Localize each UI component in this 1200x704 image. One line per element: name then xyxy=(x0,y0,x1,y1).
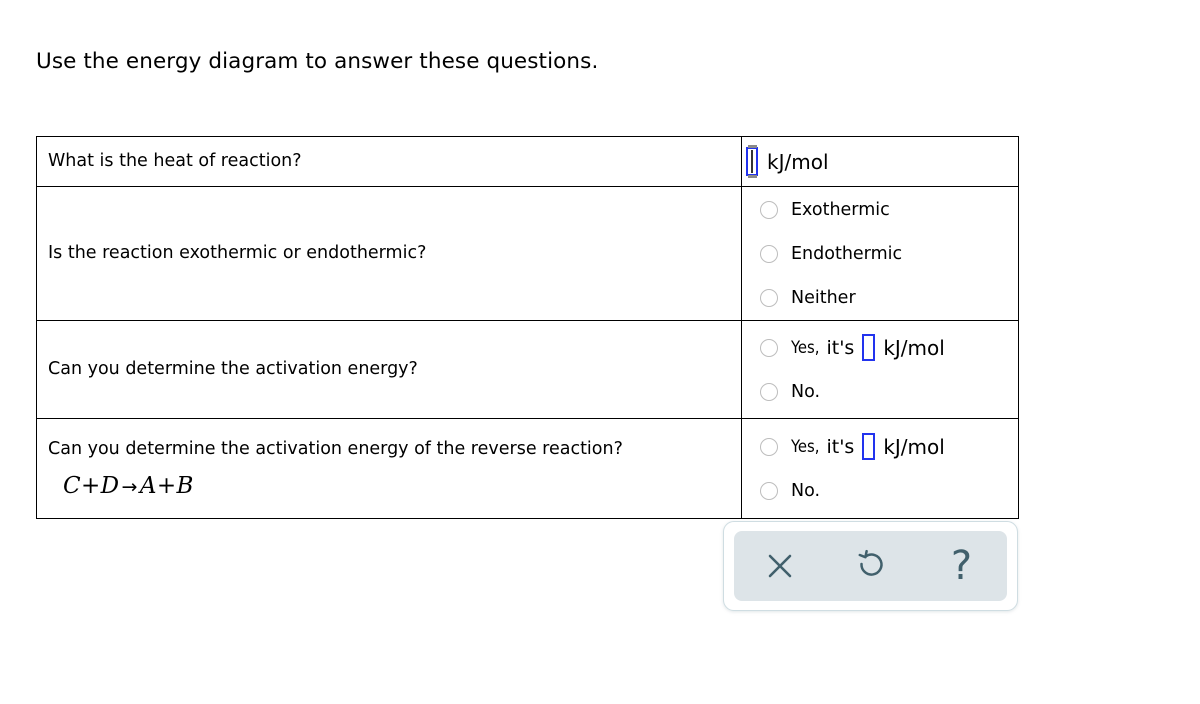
numeric-answer-line: kJ/mol xyxy=(742,145,1018,178)
answer-cell-activation-energy: Yes, it's kJ/mol No. xyxy=(741,320,1019,419)
activation-energy-input[interactable] xyxy=(862,334,876,361)
activation-energy-radio-group: Yes, it's kJ/mol No. xyxy=(742,326,1018,414)
question-text: Can you determine the activation energy … xyxy=(48,438,623,459)
clear-button[interactable] xyxy=(752,538,808,594)
radio-button[interactable] xyxy=(760,481,778,500)
its-label: it's xyxy=(826,336,855,359)
equation-product-2: B xyxy=(176,473,194,500)
radio-label: No. xyxy=(791,480,821,501)
question-text: What is the heat of reaction? xyxy=(48,150,302,171)
table-row: Is the reaction exothermic or endothermi… xyxy=(36,186,1019,321)
question-cell-exo-endo: Is the reaction exothermic or endothermi… xyxy=(36,186,742,321)
reverse-activation-energy-input[interactable] xyxy=(862,433,876,460)
its-label: it's xyxy=(826,435,855,458)
equation-plus-1: + xyxy=(81,473,101,500)
answer-cell-heat-of-reaction: kJ/mol xyxy=(741,136,1019,187)
answer-cell-reverse-activation-energy: Yes, it's kJ/mol No. xyxy=(741,418,1019,519)
exo-endo-radio-group: Exothermic Endothermic Neither xyxy=(742,188,1018,320)
unit-label: kJ/mol xyxy=(767,149,829,174)
questions-table: What is the heat of reaction? kJ/mol Is … xyxy=(36,136,1019,519)
question-cell-reverse-activation-energy: Can you determine the activation energy … xyxy=(36,418,742,519)
radio-option-no[interactable]: No. xyxy=(742,469,1018,513)
question-cell-heat-of-reaction: What is the heat of reaction? xyxy=(36,136,742,187)
radio-label: Yes, xyxy=(791,338,820,357)
equation-arrow-icon: → xyxy=(121,476,138,499)
answer-toolbar: ? xyxy=(723,521,1018,611)
reverse-activation-energy-radio-group: Yes, it's kJ/mol No. xyxy=(742,425,1018,513)
help-button[interactable]: ? xyxy=(934,538,990,594)
question-text: Is the reaction exothermic or endothermi… xyxy=(48,242,427,263)
radio-option-yes[interactable]: Yes, it's kJ/mol xyxy=(742,326,1018,370)
stepper-up-handle[interactable] xyxy=(747,145,757,148)
page-title: Use the energy diagram to answer these q… xyxy=(36,49,599,74)
radio-label: No. xyxy=(791,381,821,402)
radio-option-no[interactable]: No. xyxy=(742,370,1018,414)
radio-option-exothermic[interactable]: Exothermic xyxy=(742,188,1018,232)
radio-label: Neither xyxy=(791,287,856,308)
radio-option-endothermic[interactable]: Endothermic xyxy=(742,232,1018,276)
radio-label: Exothermic xyxy=(791,199,890,220)
radio-option-neither[interactable]: Neither xyxy=(742,276,1018,320)
undo-button[interactable] xyxy=(843,538,899,594)
reverse-reaction-equation: C+D →A+B xyxy=(63,473,741,499)
equation-reactant-2: D xyxy=(100,473,120,500)
radio-button[interactable] xyxy=(760,200,778,219)
table-row: Can you determine the activation energy … xyxy=(36,418,1019,519)
equation-product-1: A xyxy=(139,473,157,500)
table-row: What is the heat of reaction? kJ/mol xyxy=(36,136,1019,187)
equation-reactant-1: C xyxy=(63,473,81,500)
radio-button[interactable] xyxy=(760,288,778,307)
question-text: Can you determine the activation energy? xyxy=(48,358,418,379)
radio-button[interactable] xyxy=(760,244,778,263)
question-cell-activation-energy: Can you determine the activation energy? xyxy=(36,320,742,419)
unit-label: kJ/mol xyxy=(883,434,945,459)
answer-toolbar-inner: ? xyxy=(734,531,1007,601)
radio-label: Endothermic xyxy=(791,243,903,264)
stepper-down-handle[interactable] xyxy=(747,175,757,178)
heat-of-reaction-input[interactable] xyxy=(746,145,758,178)
table-row: Can you determine the activation energy?… xyxy=(36,320,1019,419)
unit-label: kJ/mol xyxy=(883,335,945,360)
equation-plus-2: + xyxy=(156,473,177,500)
radio-button[interactable] xyxy=(760,437,778,456)
radio-button[interactable] xyxy=(760,382,778,401)
close-icon xyxy=(768,554,791,578)
help-icon: ? xyxy=(950,543,973,589)
answer-cell-exo-endo: Exothermic Endothermic Neither xyxy=(741,186,1019,321)
radio-button[interactable] xyxy=(760,338,778,357)
radio-label: Yes, xyxy=(791,437,820,456)
text-caret xyxy=(751,150,753,173)
undo-refresh-icon xyxy=(858,549,883,576)
radio-option-yes[interactable]: Yes, it's kJ/mol xyxy=(742,425,1018,469)
